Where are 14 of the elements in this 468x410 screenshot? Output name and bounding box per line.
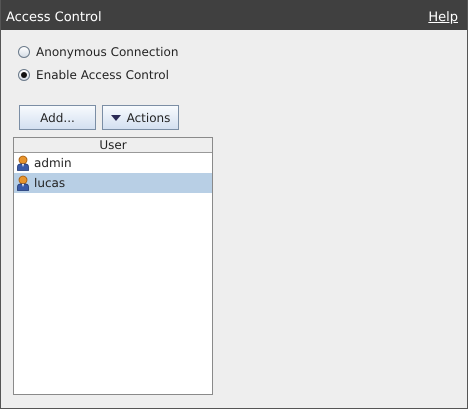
user-icon [17, 175, 29, 191]
column-header[interactable]: User [14, 138, 212, 152]
radio-label[interactable]: Anonymous Connection [36, 45, 178, 59]
radio-button[interactable] [18, 46, 30, 58]
add-button[interactable]: Add... [19, 105, 96, 130]
window-title: Access Control [6, 10, 102, 25]
help-link[interactable]: Help [428, 10, 458, 25]
user-icon [17, 155, 29, 171]
radio-label[interactable]: Enable Access Control [36, 68, 169, 82]
radio-button[interactable] [18, 69, 30, 81]
user-row[interactable]: lucas [14, 173, 212, 193]
actions-menu-button[interactable]: Actions [102, 105, 179, 130]
user-row[interactable]: admin [14, 153, 212, 173]
caret-icon [110, 114, 121, 120]
